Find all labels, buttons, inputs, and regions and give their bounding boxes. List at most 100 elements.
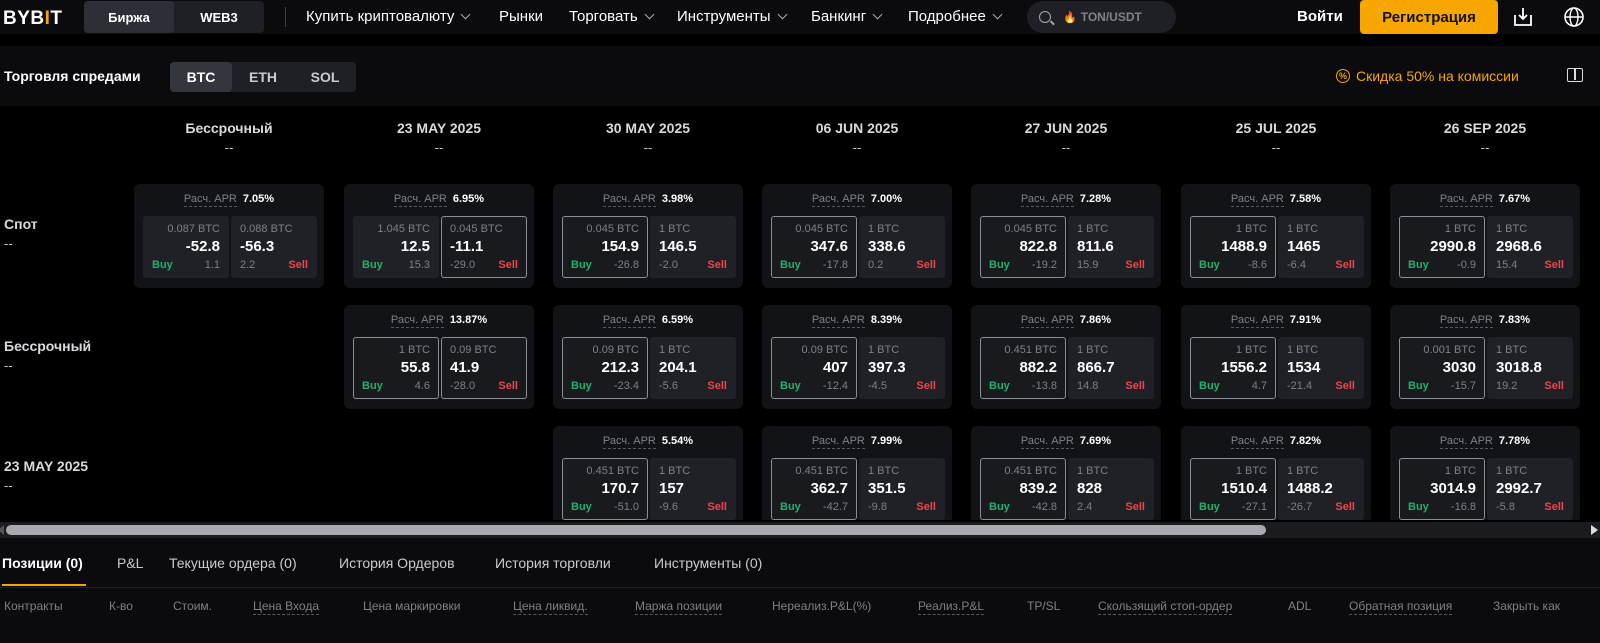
sell-button[interactable]: 0.045 BTC -11.1 -29.0 Sell [441, 216, 527, 278]
apr-label[interactable]: Расч. APR [390, 314, 444, 328]
nav-buy-crypto[interactable]: Купить криптовалюту [306, 8, 471, 25]
tab-instruments[interactable]: Инструменты (0) [654, 555, 762, 571]
sell-button[interactable]: 1 BTC 828 2.4 Sell [1068, 458, 1154, 520]
apr-line: Расч. APR 6.59% [553, 314, 743, 328]
apr-label[interactable]: Расч. APR [1230, 435, 1284, 449]
sell-button[interactable]: 1 BTC 2968.6 15.4 Sell [1487, 216, 1573, 278]
apr-label[interactable]: Расч. APR [1439, 435, 1493, 449]
col-trailing-stop[interactable]: Скользящий стоп-ордер [1098, 599, 1233, 615]
apr-label[interactable]: Расч. APR [1439, 193, 1493, 207]
apr-label[interactable]: Расч. APR [602, 435, 656, 449]
buy-button[interactable]: 0.451 BTC 839.2 Buy -42.8 [980, 458, 1066, 520]
coin-eth[interactable]: ETH [232, 62, 294, 92]
spread-card: Расч. APR 7.05% 0.087 BTC -52.8 Buy 1.1 0.088 … [134, 184, 324, 288]
sell-button[interactable]: 1 BTC 1465 -6.4 Sell [1278, 216, 1364, 278]
buy-button[interactable]: 1 BTC 1510.4 Buy -27.1 [1190, 458, 1276, 520]
col-liq-price[interactable]: Цена ликвид. [513, 599, 588, 615]
apr-label[interactable]: Расч. APR [1020, 435, 1074, 449]
apr-label[interactable]: Расч. APR [1439, 314, 1493, 328]
buy-button[interactable]: 1 BTC 1556.2 Buy 4.7 [1190, 337, 1276, 399]
buy-button[interactable]: 0.087 BTC -52.8 Buy 1.1 [143, 216, 229, 278]
login-button[interactable]: Войти [1297, 8, 1343, 25]
buy-button[interactable]: 1 BTC 55.8 Buy 4.6 [353, 337, 439, 399]
sell-price: 204.1 [659, 359, 697, 376]
nav-tools[interactable]: Инструменты [677, 8, 787, 25]
apr-label[interactable]: Расч. APR [393, 193, 447, 207]
apr-line: Расч. APR 7.28% [971, 193, 1161, 207]
sell-button[interactable]: 1 BTC 866.7 14.8 Sell [1068, 337, 1154, 399]
apr-label[interactable]: Расч. APR [602, 193, 656, 207]
tab-positions[interactable]: Позиции (0) [2, 555, 83, 571]
buy-button[interactable]: 0.451 BTC 170.7 Buy -51.0 [562, 458, 648, 520]
coin-sol[interactable]: SOL [294, 62, 356, 92]
nav-markets[interactable]: Рынки [499, 8, 543, 25]
sell-button[interactable]: 1 BTC 204.1 -5.6 Sell [650, 337, 736, 399]
col-entry-price[interactable]: Цена Входа [253, 599, 320, 615]
buy-button[interactable]: 1 BTC 1488.9 Buy -8.6 [1190, 216, 1276, 278]
segment-web3[interactable]: WEB3 [174, 1, 264, 33]
sell-button[interactable]: 1 BTC 1534 -21.4 Sell [1278, 337, 1364, 399]
apr-label[interactable]: Расч. APR [602, 314, 656, 328]
buy-button[interactable]: 1.045 BTC 12.5 Buy 15.3 [353, 216, 439, 278]
sell-button[interactable]: 1 BTC 811.6 15.9 Sell [1068, 216, 1154, 278]
apr-label[interactable]: Расч. APR [811, 435, 865, 449]
sell-button[interactable]: 1 BTC 157 -9.6 Sell [650, 458, 736, 520]
sell-button[interactable]: 0.088 BTC -56.3 2.2 Sell [231, 216, 317, 278]
apr-label[interactable]: Расч. APR [1230, 314, 1284, 328]
bybit-logo[interactable]: BYBIT [3, 8, 63, 30]
sell-button[interactable]: 1 BTC 3018.8 19.2 Sell [1487, 337, 1573, 399]
col-realized-pnl[interactable]: Реализ.P&L [918, 599, 985, 615]
col-reverse-position[interactable]: Обратная позиция [1349, 599, 1453, 615]
scroll-left-icon[interactable] [0, 525, 4, 535]
tab-open-orders[interactable]: Текущие ордера (0) [169, 555, 297, 571]
tab-pnl[interactable]: P&L [117, 555, 143, 571]
buy-button[interactable]: 0.045 BTC 347.6 Buy -17.8 [771, 216, 857, 278]
tab-order-history[interactable]: История Ордеров [339, 555, 455, 571]
sell-button[interactable]: 1 BTC 2992.7 -5.8 Sell [1487, 458, 1573, 520]
buy-button[interactable]: 0.045 BTC 154.9 Buy -26.8 [562, 216, 648, 278]
column-sub: -- [643, 140, 653, 155]
buy-button[interactable]: 1 BTC 3014.9 Buy -16.8 [1399, 458, 1485, 520]
globe-icon[interactable] [1563, 6, 1585, 28]
scroll-right-icon[interactable] [1591, 525, 1598, 535]
apr-label[interactable]: Расч. APR [183, 193, 237, 207]
apr-value: 7.83% [1498, 314, 1531, 326]
col-position-margin[interactable]: Маржа позиции [635, 599, 723, 615]
scrollbar-thumb[interactable] [6, 525, 1266, 535]
sell-button[interactable]: 1 BTC 338.6 0.2 Sell [859, 216, 945, 278]
coin-btc[interactable]: BTC [170, 62, 232, 92]
buy-button[interactable]: 0.09 BTC 212.3 Buy -23.4 [562, 337, 648, 399]
buy-qty: 0.045 BTC [586, 223, 639, 235]
nav-more[interactable]: Подробнее [908, 8, 1003, 25]
sell-button[interactable]: 1 BTC 1488.2 -26.7 Sell [1278, 458, 1364, 520]
segment-exchange[interactable]: Биржа [84, 1, 174, 33]
buy-button[interactable]: 0.09 BTC 407 Buy -12.4 [771, 337, 857, 399]
apr-value: 7.00% [870, 193, 903, 205]
sell-button[interactable]: 1 BTC 397.3 -4.5 Sell [859, 337, 945, 399]
horizontal-scrollbar[interactable] [0, 522, 1600, 538]
sell-label: Sell [1544, 501, 1564, 513]
buy-button[interactable]: 0.001 BTC 3030 Buy -15.7 [1399, 337, 1485, 399]
buy-button[interactable]: 0.451 BTC 882.2 Buy -13.8 [980, 337, 1066, 399]
nav-trade[interactable]: Торговать [569, 8, 655, 25]
sell-button[interactable]: 0.09 BTC 41.9 -28.0 Sell [441, 337, 527, 399]
buy-button[interactable]: 0.451 BTC 362.7 Buy -42.7 [771, 458, 857, 520]
guide-book-icon[interactable] [1567, 68, 1583, 82]
register-button[interactable]: Регистрация [1360, 0, 1498, 34]
nav-banking[interactable]: Банкинг [811, 8, 883, 25]
buy-price: 55.8 [400, 359, 430, 376]
fee-discount-link[interactable]: % Скидка 50% на комиссии [1336, 68, 1519, 84]
apr-label[interactable]: Расч. APR [811, 193, 865, 207]
buy-button[interactable]: 1 BTC 2990.8 Buy -0.9 [1399, 216, 1485, 278]
apr-label[interactable]: Расч. APR [1020, 193, 1074, 207]
sell-button[interactable]: 1 BTC 351.5 -9.8 Sell [859, 458, 945, 520]
apr-label[interactable]: Расч. APR [811, 314, 865, 328]
apr-label[interactable]: Расч. APR [1020, 314, 1074, 328]
download-icon[interactable] [1512, 6, 1534, 28]
search-input[interactable]: 🔥 TON/USDT [1027, 1, 1176, 33]
apr-label[interactable]: Расч. APR [1230, 193, 1284, 207]
tab-trade-history[interactable]: История торговли [495, 555, 611, 571]
buy-button[interactable]: 0.045 BTC 822.8 Buy -19.2 [980, 216, 1066, 278]
sell-button[interactable]: 1 BTC 146.5 -2.0 Sell [650, 216, 736, 278]
column-sub: -- [1061, 140, 1071, 155]
